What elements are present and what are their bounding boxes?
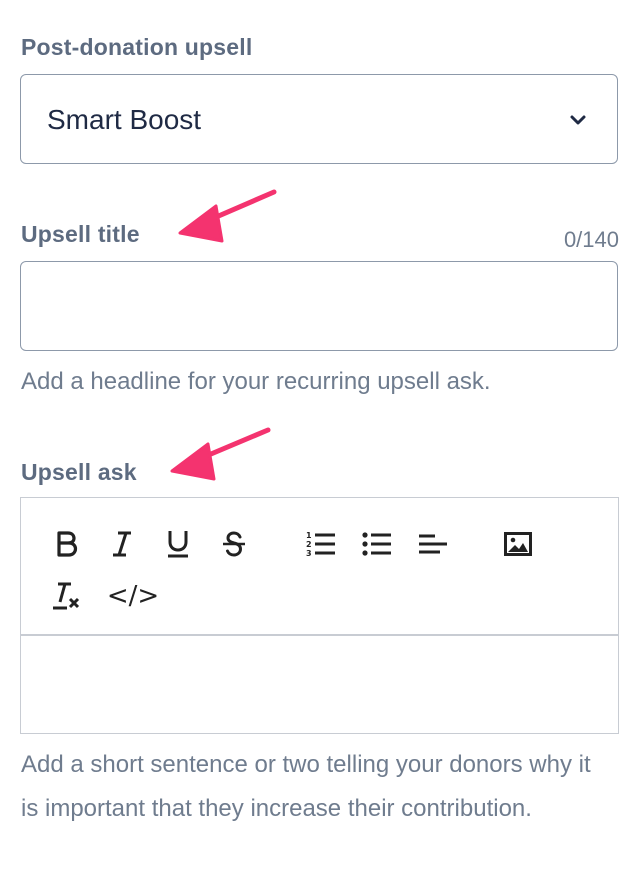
italic-button[interactable]	[107, 529, 137, 559]
upsell-settings-panel: Post-donation upsell Smart Boost Upsell …	[0, 0, 638, 886]
insert-image-button[interactable]	[503, 529, 533, 559]
annotation-arrow-icon	[170, 427, 271, 481]
upsell-type-label: Post-donation upsell	[21, 34, 253, 60]
align-left-icon	[419, 534, 447, 554]
clear-format-button[interactable]	[52, 581, 82, 611]
svg-text:1: 1	[306, 531, 312, 540]
ordered-list-icon: 1 2 3	[306, 531, 335, 558]
upsell-title-label: Upsell title	[21, 221, 140, 247]
chevron-down-icon	[570, 115, 586, 125]
ordered-list-button[interactable]: 1 2 3	[306, 529, 336, 559]
upsell-type-select[interactable]: Smart Boost	[20, 74, 618, 164]
code-label: </>	[106, 581, 160, 611]
upsell-ask-help-text: Add a short sentence or two telling your…	[21, 751, 591, 822]
bold-icon	[57, 531, 78, 557]
strikethrough-icon	[223, 531, 245, 557]
upsell-title-input[interactable]	[20, 261, 618, 351]
strikethrough-button[interactable]	[219, 529, 249, 559]
rich-text-editor: 1 2 3 </>	[20, 497, 619, 734]
upsell-title-help-text: Add a headline for your recurring upsell…	[21, 368, 491, 395]
editor-toolbar: 1 2 3 </>	[21, 498, 618, 636]
underline-button[interactable]	[163, 529, 193, 559]
upsell-type-selected-value: Smart Boost	[47, 104, 202, 135]
annotation-arrow-icon	[178, 189, 277, 243]
bullet-list-icon	[362, 532, 391, 556]
svg-text:3: 3	[306, 549, 312, 558]
italic-icon	[113, 531, 131, 557]
code-view-button[interactable]: </>	[105, 581, 161, 611]
upsell-ask-editor-body[interactable]	[21, 636, 618, 733]
bullet-list-button[interactable]	[362, 529, 392, 559]
character-counter: 0/140	[563, 227, 619, 252]
upsell-ask-label: Upsell ask	[21, 459, 137, 485]
svg-text:2: 2	[306, 540, 312, 549]
bold-button[interactable]	[52, 529, 82, 559]
clear-format-icon	[53, 582, 80, 610]
underline-icon	[168, 531, 188, 558]
image-icon	[504, 532, 532, 556]
align-left-button[interactable]	[418, 529, 448, 559]
